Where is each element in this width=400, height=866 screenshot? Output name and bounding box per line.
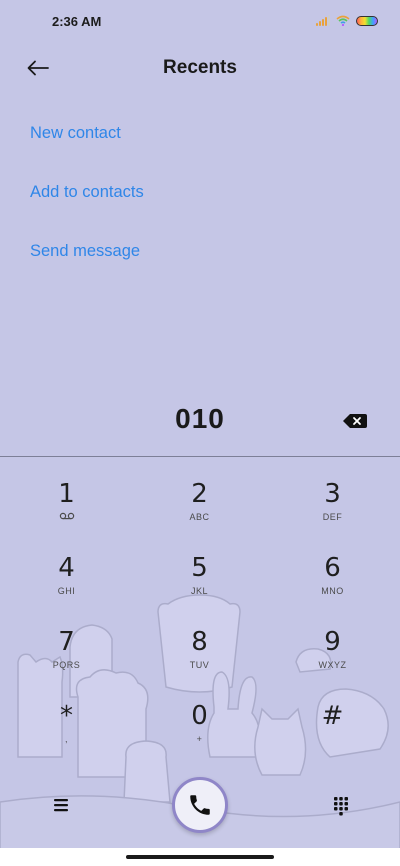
- key-3[interactable]: 3 DEF: [266, 477, 399, 549]
- key-star[interactable]: * ,: [0, 699, 133, 771]
- new-contact-link[interactable]: New contact: [30, 118, 144, 177]
- key-7[interactable]: 7 PQRS: [0, 625, 133, 697]
- key-8[interactable]: 8 TUV: [133, 625, 266, 697]
- menu-button[interactable]: [50, 794, 72, 816]
- menu-icon: [54, 799, 68, 812]
- status-icons: [316, 15, 378, 26]
- home-indicator[interactable]: [126, 855, 274, 859]
- phone-icon: [190, 795, 210, 815]
- key-1[interactable]: 1: [0, 477, 133, 549]
- key-digit: *: [60, 701, 73, 731]
- send-message-link[interactable]: Send message: [30, 236, 144, 295]
- add-to-contacts-link[interactable]: Add to contacts: [30, 177, 144, 236]
- key-letters: TUV: [189, 660, 210, 670]
- backspace-icon: [343, 414, 367, 428]
- page-title: Recents: [163, 57, 237, 78]
- key-9[interactable]: 9 WXYZ: [266, 625, 399, 697]
- key-letters: PQRS: [52, 660, 81, 670]
- key-digit: 9: [324, 627, 341, 657]
- dialpad-grid-icon: [334, 797, 348, 816]
- key-letters: [266, 734, 399, 746]
- key-digit: 0: [191, 701, 208, 731]
- key-letters: GHI: [57, 586, 76, 596]
- dialed-number: 010: [175, 403, 225, 434]
- header: Recents: [0, 44, 400, 94]
- contact-actions: New contact Add to contacts Send message: [30, 118, 144, 295]
- key-6[interactable]: 6 MNO: [266, 551, 399, 623]
- key-5[interactable]: 5 JKL: [133, 551, 266, 623]
- navigation-bar: [0, 848, 400, 866]
- key-digit: 2: [191, 479, 208, 509]
- wifi-icon: [336, 15, 350, 26]
- dialpad-toggle-button[interactable]: [330, 794, 352, 816]
- voicemail-icon: [0, 512, 133, 524]
- key-letters: WXYZ: [318, 660, 347, 670]
- delete-button[interactable]: [342, 412, 370, 432]
- key-letters: DEF: [322, 512, 343, 522]
- key-digit: 7: [58, 627, 75, 657]
- key-0[interactable]: 0 +: [133, 699, 266, 771]
- key-letters: ABC: [189, 512, 210, 522]
- key-digit: 8: [191, 627, 208, 657]
- key-digit: 3: [324, 479, 341, 509]
- call-button[interactable]: [172, 777, 228, 833]
- key-4[interactable]: 4 GHI: [0, 551, 133, 623]
- key-digit: 1: [58, 479, 75, 509]
- status-bar: 2:36 AM: [0, 0, 400, 44]
- dialer-bottom-bar: [0, 777, 400, 837]
- key-hash[interactable]: #: [266, 699, 399, 771]
- key-letters: MNO: [321, 586, 344, 596]
- key-letters: +: [196, 734, 203, 744]
- key-digit: 4: [58, 553, 75, 583]
- keypad-area: 1 2 ABC 3 DEF 4 GHI 5 JKL 6 MNO 7 PQRS 8…: [0, 457, 400, 866]
- key-2[interactable]: 2 ABC: [133, 477, 266, 549]
- key-letters: ,: [64, 734, 68, 744]
- key-digit: #: [321, 701, 344, 731]
- key-digit: 6: [324, 553, 341, 583]
- status-time: 2:36 AM: [52, 14, 102, 29]
- key-letters: JKL: [190, 586, 208, 596]
- key-digit: 5: [191, 553, 208, 583]
- battery-icon: [356, 15, 378, 26]
- signal-bars-icon: [316, 15, 330, 26]
